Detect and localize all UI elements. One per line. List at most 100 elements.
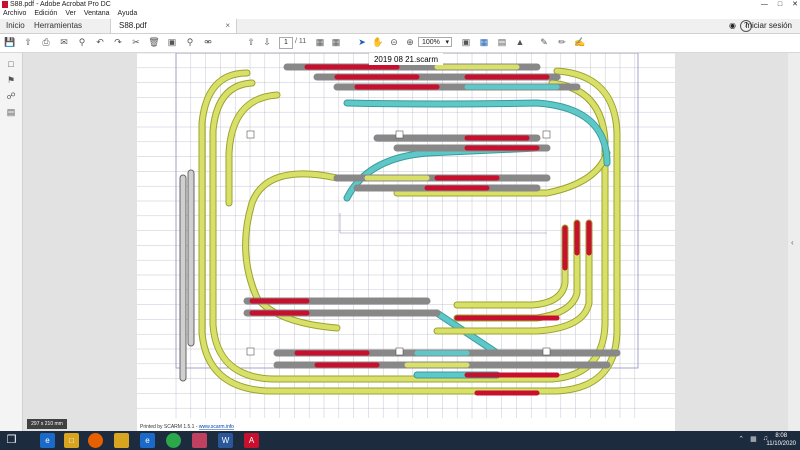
tab-document[interactable]: S88.pdf × [110,19,237,33]
outer-loop-track [198,67,621,395]
explorer-icon[interactable]: □ [64,433,79,448]
right-panel-strip: ‹ [788,53,800,431]
page-number-input[interactable]: 1 [279,37,293,49]
two-page-icon[interactable]: ▦ [330,36,342,48]
document-tab-label: S88.pdf [119,21,147,30]
search-icon[interactable]: ⚲ [184,36,196,48]
chevron-left-icon[interactable]: ‹ [791,238,794,247]
inner-curve-fill [226,92,280,206]
email-icon[interactable]: ✉ [58,36,70,48]
system-tray: ⌃ ▦ ♫ [738,435,768,443]
comment-icon[interactable]: ✎ [538,36,550,48]
chrome-folder-icon[interactable] [114,433,129,448]
footer-prefix: Printed by SCARM 1.5.1 - [140,424,199,430]
next-page-icon[interactable]: ⇩ [261,36,273,48]
save-icon[interactable]: 💾 [4,36,16,48]
highlight-icon[interactable]: ✏ [556,36,568,48]
acrobat-taskbar-icon[interactable]: A [244,433,259,448]
pages-icon[interactable]: □ [5,59,17,71]
scroll-icon[interactable]: ▦ [478,36,490,48]
window-title: S88.pdf - Adobe Acrobat Pro DC [10,1,111,8]
menu-archivo[interactable]: Archivo [3,9,26,19]
upload-icon[interactable]: ⇧ [22,36,34,48]
layout-border [175,53,639,369]
footer-link[interactable]: www.scarm.info [199,424,234,430]
marker-2 [395,130,404,139]
bookmarks-icon[interactable]: ⚑ [5,75,17,87]
fan-3 [453,224,569,309]
maximize-button[interactable]: □ [778,0,782,9]
left-panel: □ ⚑ ☍ ▤ [0,53,23,431]
close-tab-icon[interactable]: × [225,21,230,30]
print-icon[interactable]: ⎙ [40,36,52,48]
second-loop-track [209,79,609,383]
undo-icon[interactable]: ↶ [94,36,106,48]
track-layout: 2019 08 21.scarm Printed by SCARM 1.5.1 … [137,53,675,430]
inner-curve-track [225,91,281,207]
minimize-button[interactable]: — [761,0,768,9]
tab-bar: Inicio Herramientas S88.pdf × ◉ ? Inicia… [0,19,800,34]
marker-6 [542,347,551,356]
marker-5 [395,347,404,356]
close-button[interactable]: ✕ [792,0,798,9]
window-controls: — □ ✕ [761,0,798,9]
zoom-value: 100% [422,39,440,46]
signin-button[interactable]: Iniciar sesión [745,21,792,30]
zoom-select[interactable]: 100% ▾ [418,37,452,47]
taskbar: ❒ e □ e W A ⌃ ▦ ♫ 8:08 11/10/2020 [0,431,800,450]
menu-edicion[interactable]: Edición [34,9,57,19]
delete-icon[interactable]: 🗑 [148,36,160,48]
chevron-up-icon[interactable]: ⌃ [738,435,744,443]
select-icon[interactable]: ➤ [356,36,368,48]
menu-ventana[interactable]: Ventana [84,9,110,19]
acrobat-icon [2,1,8,8]
toolbar: 💾 ⇧ ⎙ ✉ ⚲ ↶ ↷ ✂ 🗑 ▣ ⚲ ⚮ ⇧ ⇩ 1 / 11 ▦ ▦ ➤… [0,34,800,53]
word-icon[interactable]: W [218,433,233,448]
firefox-icon[interactable] [88,433,103,448]
hand-icon[interactable]: ✋ [372,36,384,48]
network-icon[interactable]: ▦ [750,435,757,443]
marker-4 [246,347,255,356]
bell-icon[interactable]: ◉ [729,21,736,30]
zoom-out-icon[interactable]: ⊝ [388,36,400,48]
cut-icon[interactable]: ✂ [130,36,142,48]
marker-3 [542,130,551,139]
search-doc-icon[interactable]: ⚲ [76,36,88,48]
attachment-icon[interactable]: ☍ [5,91,17,103]
zoom-in-icon[interactable]: ⊕ [404,36,416,48]
clock-time: 8:08 [775,433,788,439]
chrome-icon[interactable] [166,433,181,448]
edge-icon[interactable]: e [140,433,155,448]
inner-loop-track [242,170,341,332]
page-total: / 11 [295,38,307,45]
sign-icon[interactable]: ✍ [574,36,586,48]
clock[interactable]: 8:08 11/10/2020 [766,432,796,448]
fan-3-fill [454,225,568,308]
title-bar: S88.pdf - Adobe Acrobat Pro DC — □ ✕ [0,0,800,9]
tab-inicio[interactable]: Inicio [6,21,25,30]
tracks [179,63,621,396]
fit-icon[interactable]: ▣ [460,36,472,48]
page-size-badge: 297 x 210 mm [27,419,67,429]
stamp-icon[interactable]: ▲ [514,36,526,48]
menu-ayuda[interactable]: Ayuda [118,9,138,19]
menu-bar: Archivo Edición Ver Ventana Ayuda [0,9,800,19]
tab-herramientas[interactable]: Herramientas [34,21,82,30]
outer-loop-fill [199,68,620,394]
binoculars-icon[interactable]: ⚮ [202,36,214,48]
menu-ver[interactable]: Ver [65,9,76,19]
marker-1 [246,130,255,139]
pdf-page: 2019 08 21.scarm Printed by SCARM 1.5.1 … [137,53,675,431]
ie-icon[interactable]: e [40,433,55,448]
camera-icon[interactable]: ▣ [166,36,178,48]
clock-date: 11/10/2020 [766,441,796,447]
page-footer: Printed by SCARM 1.5.1 - www.scarm.info [140,424,234,430]
prev-page-icon[interactable]: ⇧ [245,36,257,48]
chevron-down-icon: ▾ [445,39,449,46]
start-icon[interactable]: ❒ [4,433,19,448]
fit-page-icon[interactable]: ▦ [314,36,326,48]
paint-icon[interactable] [192,433,207,448]
layers-icon[interactable]: ▤ [5,107,17,119]
read-mode-icon[interactable]: ▤ [496,36,508,48]
redo-icon[interactable]: ↷ [112,36,124,48]
